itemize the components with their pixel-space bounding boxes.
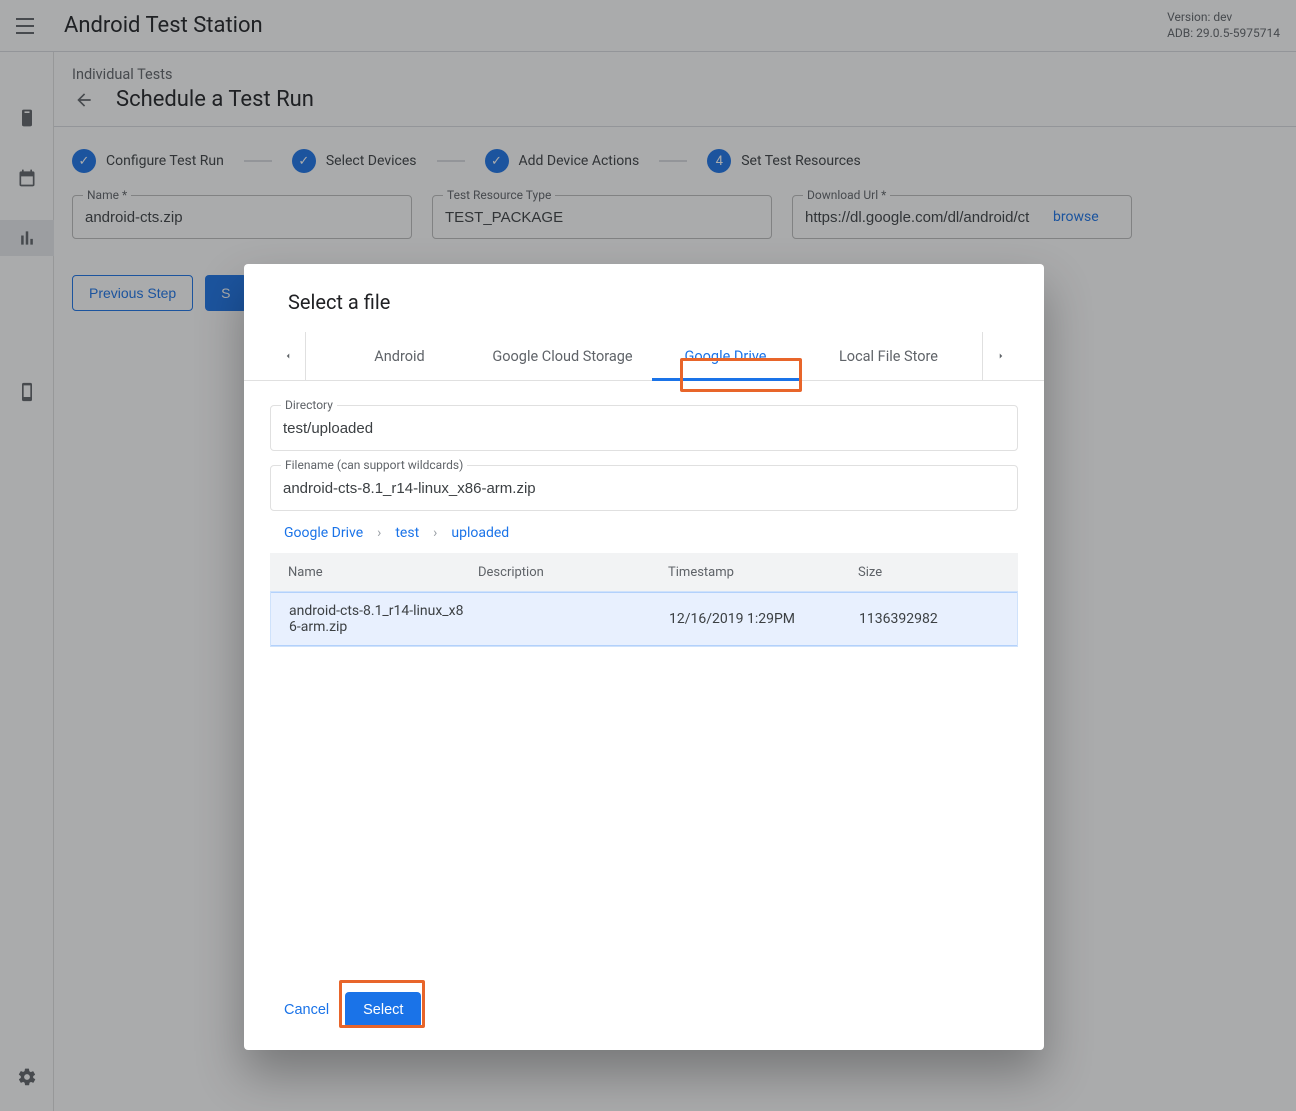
cell-name: android-cts-8.1_r14-linux_x86-arm.zip xyxy=(289,603,479,635)
cancel-button[interactable]: Cancel xyxy=(284,1002,329,1018)
select-file-dialog: Select a file Android Google Cloud Stora… xyxy=(244,264,1044,1050)
tabs-scroll-left-icon[interactable] xyxy=(270,332,306,380)
col-name: Name xyxy=(288,565,478,580)
cell-ts: 12/16/2019 1:29PM xyxy=(669,611,859,627)
col-size: Size xyxy=(858,565,1000,580)
col-ts: Timestamp xyxy=(668,565,858,580)
select-button[interactable]: Select xyxy=(345,992,421,1028)
tab-google-drive[interactable]: Google Drive xyxy=(644,332,807,380)
path-breadcrumbs: Google Drive › test › uploaded xyxy=(270,511,1018,553)
file-table-header: Name Description Timestamp Size xyxy=(270,553,1018,591)
chevron-right-icon: › xyxy=(377,525,381,541)
directory-input[interactable] xyxy=(283,420,1005,437)
cell-size: 1136392982 xyxy=(859,611,999,627)
tabs-scroll-right-icon[interactable] xyxy=(982,332,1018,380)
crumb-test[interactable]: test xyxy=(395,525,419,541)
directory-label: Directory xyxy=(281,398,337,412)
crumb-uploaded[interactable]: uploaded xyxy=(451,525,509,541)
col-desc: Description xyxy=(478,565,668,580)
table-row[interactable]: android-cts-8.1_r14-linux_x86-arm.zip 12… xyxy=(271,592,1017,646)
filename-input[interactable] xyxy=(283,480,1005,497)
tab-local-file-store[interactable]: Local File Store xyxy=(807,332,970,380)
tab-gcs[interactable]: Google Cloud Storage xyxy=(481,332,644,380)
filename-label: Filename (can support wildcards) xyxy=(281,458,467,472)
dialog-title: Select a file xyxy=(244,264,1044,332)
chevron-right-icon: › xyxy=(433,525,437,541)
filename-field[interactable]: Filename (can support wildcards) xyxy=(270,465,1018,511)
crumb-root[interactable]: Google Drive xyxy=(284,525,363,541)
tab-android[interactable]: Android xyxy=(318,332,481,380)
directory-field[interactable]: Directory xyxy=(270,405,1018,451)
